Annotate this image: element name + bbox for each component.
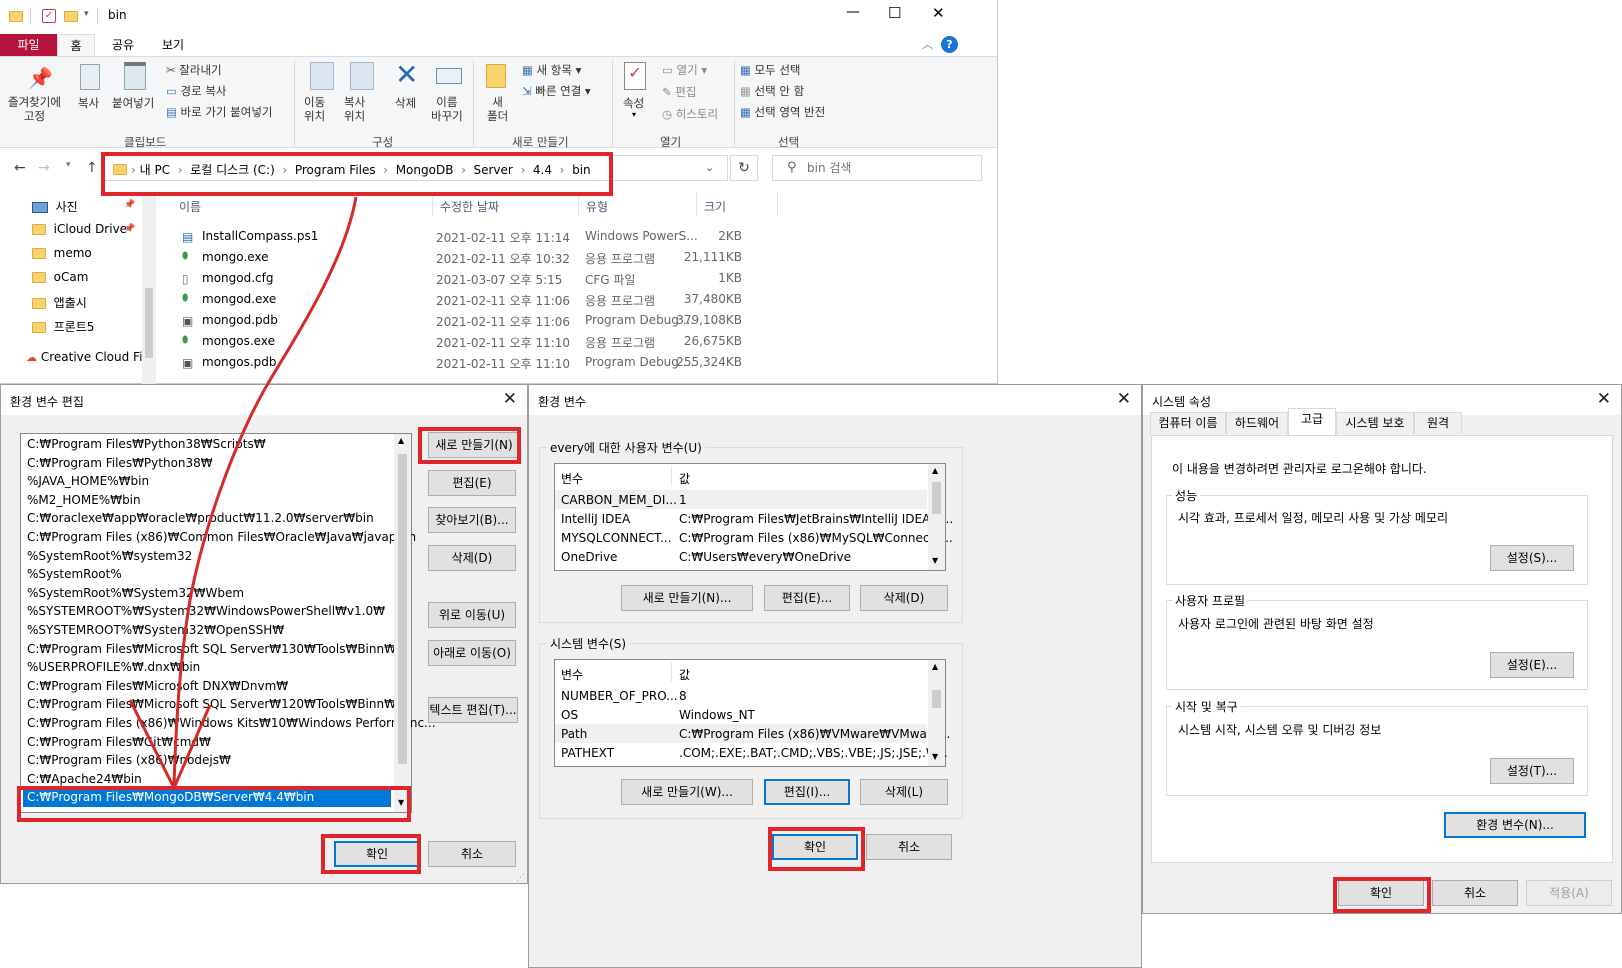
arrow-head-left: [128, 699, 176, 789]
annotation-arrows: [128, 196, 358, 789]
arrow-line: [172, 196, 358, 787]
arrow-head-right: [172, 704, 212, 789]
